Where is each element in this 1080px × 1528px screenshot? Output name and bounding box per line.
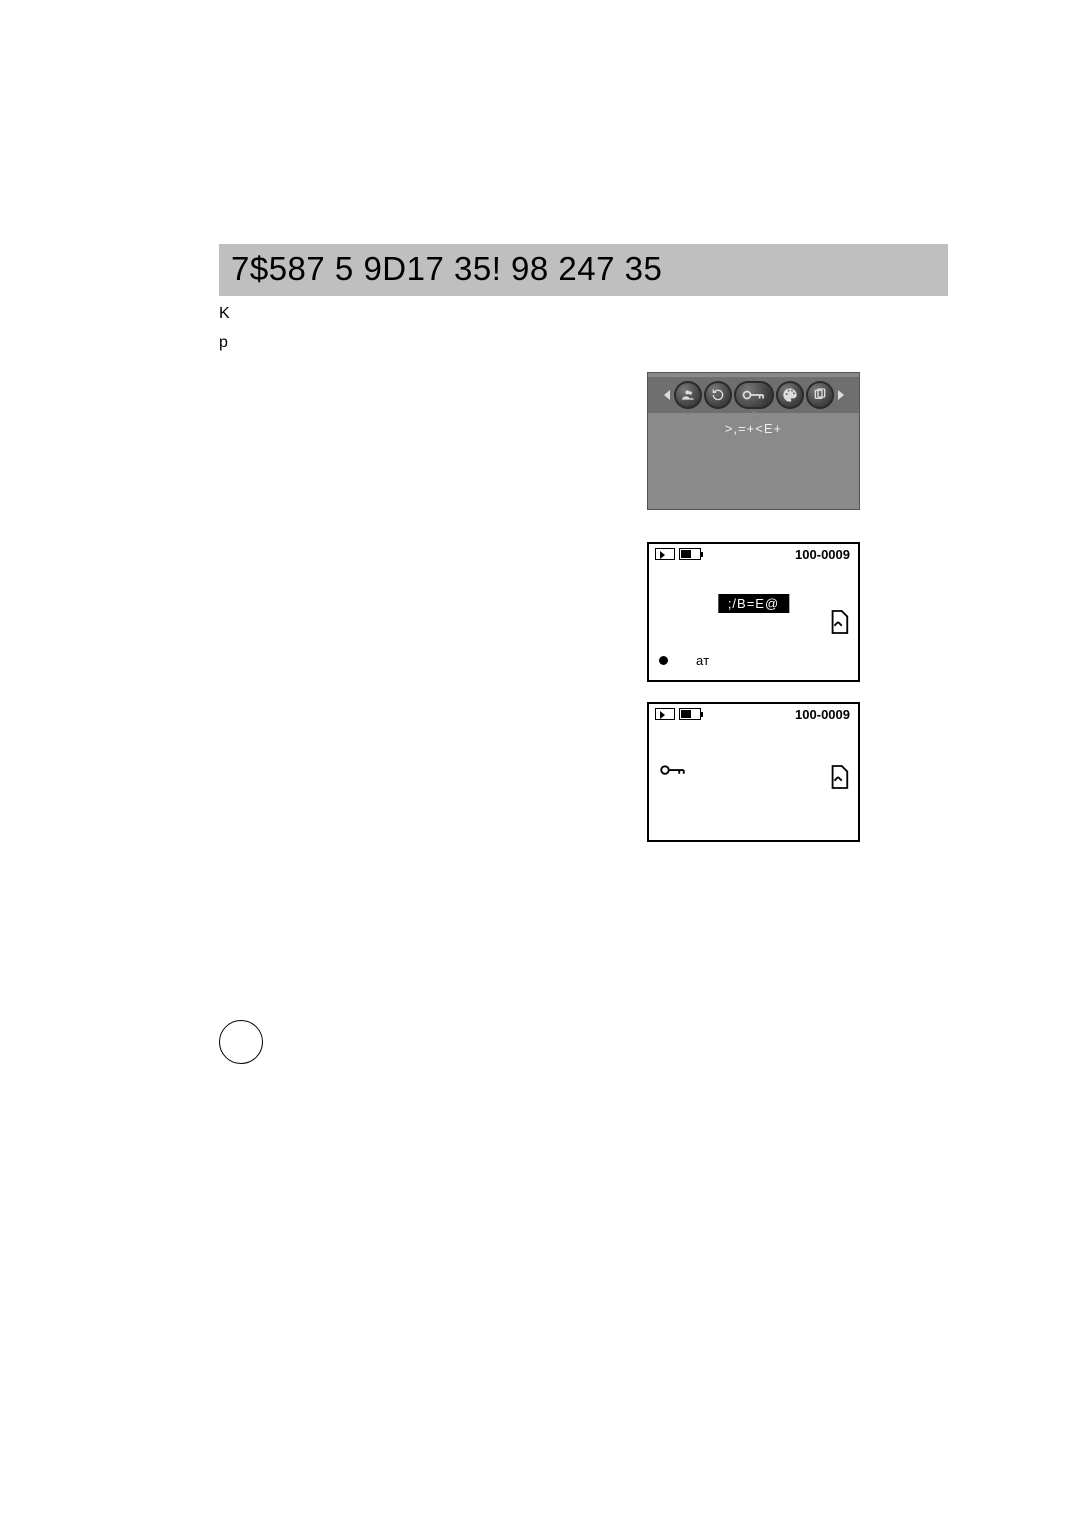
battery-icon <box>679 548 701 560</box>
rotate-icon <box>704 381 732 409</box>
lcd-play-screen-locked: 100-0009 <box>647 702 860 842</box>
play-mode-icon <box>655 708 675 720</box>
palette-icon <box>776 381 804 409</box>
paragraph-2: р <box>219 331 539 354</box>
play-mode-icon <box>655 548 675 560</box>
menu-nav-left-icon <box>664 390 670 400</box>
lcd-play-screen-confirm: 100-0009 ;/B=E@ aт <box>647 542 860 682</box>
copy-icon <box>806 381 834 409</box>
content-area: 7$587 5 9D17 35! 98 247 35 K р <box>219 244 948 1064</box>
menu-label: >,=+<E+ <box>648 421 859 436</box>
people-icon <box>674 381 702 409</box>
play-topbar <box>655 708 701 720</box>
battery-icon <box>679 708 701 720</box>
text-column: K р <box>219 302 547 360</box>
lock-key-icon <box>659 762 689 778</box>
key-icon <box>734 381 774 409</box>
figures-column: >,=+<E+ 100-0009 ;/B=E@ aт <box>547 302 948 360</box>
section-title-bar: 7$587 5 9D17 35! 98 247 35 <box>219 244 948 296</box>
body-row: K р <box>219 302 948 360</box>
confirm-label: ;/B=E@ <box>718 594 789 613</box>
bottom-row: aт <box>659 653 709 668</box>
file-code: 100-0009 <box>795 707 850 722</box>
page-number <box>219 1020 263 1064</box>
file-code: 100-0009 <box>795 547 850 562</box>
paragraph-1: K <box>219 302 539 325</box>
memory-card-icon <box>828 764 850 790</box>
page: 7$587 5 9D17 35! 98 247 35 K р <box>0 0 1080 1528</box>
dot-icon <box>659 656 668 665</box>
memory-card-icon <box>828 609 850 635</box>
bottom-text: aт <box>696 653 709 668</box>
menu-strip <box>648 377 859 413</box>
menu-nav-right-icon <box>838 390 844 400</box>
play-topbar <box>655 548 701 560</box>
section-title: 7$587 5 9D17 35! 98 247 35 <box>231 250 662 287</box>
lcd-menu-screen: >,=+<E+ <box>647 372 860 510</box>
